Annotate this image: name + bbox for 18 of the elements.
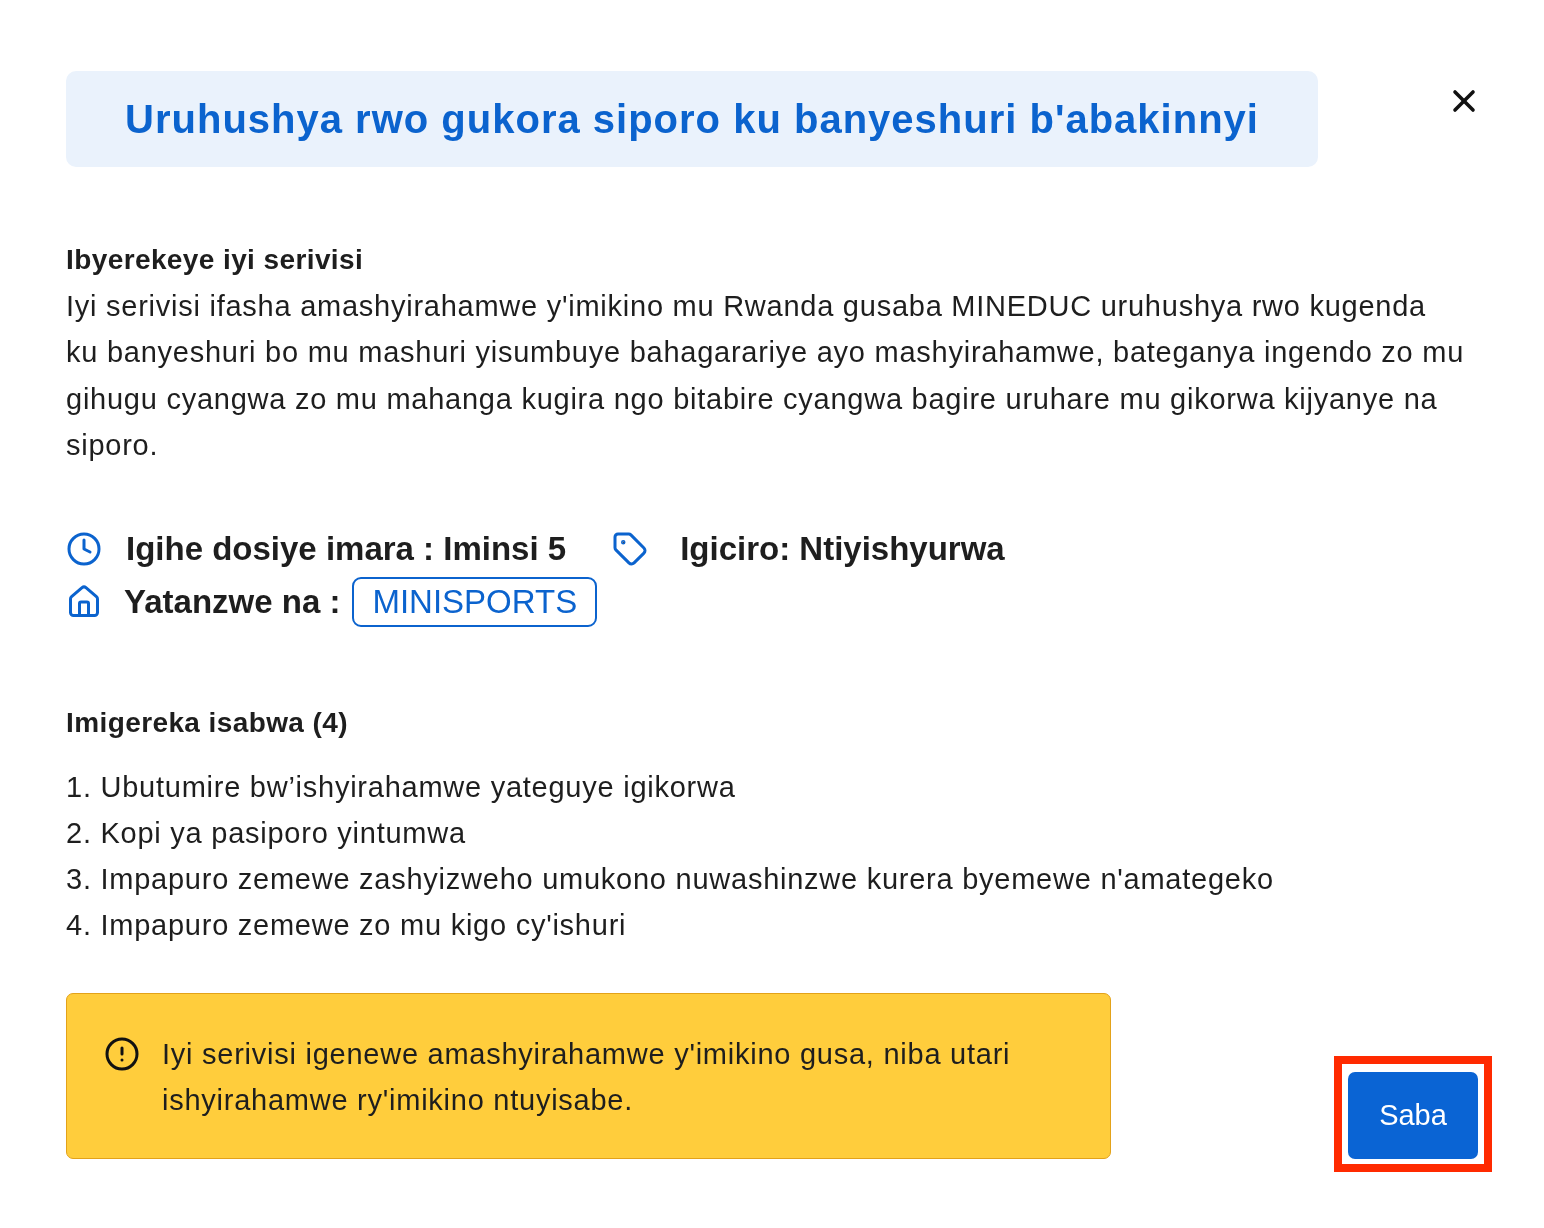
- requirement-item: 4. Impapuro zemewe zo mu kigo cy'ishuri: [66, 907, 628, 943]
- requirement-item: 1. Ubutumire bw’ishyirahamwe yateguye igikorwa: [66, 769, 737, 805]
- tag-icon: [612, 530, 649, 567]
- duration-text: Igihe dosiye imara : Iminsi 5: [126, 529, 567, 568]
- clock-icon: [66, 530, 102, 567]
- notice-text: Iyi serivisi igenewe amashyirahamwe y'imikino gusa, niba utari ishyirahamwe ry'imikino ntuyisabe.: [162, 1036, 1012, 1118]
- dialog-title: Uruhushya rwo gukora siporo ku banyeshuri b'abakinnyi: [125, 96, 1259, 142]
- requirement-item: 3. Impapuro zemewe zashyizweho umukono nuwashinzwe kurera byemewe n'amategeko: [66, 861, 1275, 897]
- requirement-item: 2. Kopi ya pasiporo yintumwa: [66, 815, 467, 851]
- price-text: Igiciro: Ntiyishyurwa: [680, 529, 1005, 568]
- alert-icon: [104, 1035, 140, 1072]
- submit-button[interactable]: Saba: [1348, 1071, 1478, 1159]
- provider-tag: MINISPORTS: [352, 576, 598, 627]
- provider-label: Yatanzwe na :: [124, 582, 341, 621]
- service-description: Iyi serivisi ifasha amashyirahamwe y'imikino mu Rwanda gusaba MINEDUC uruhushya rwo kugenda ku banyeshuri bo mu mashuri yisumbuye bahagarariye ayo mashyirahamwe, bateganya ingendo zo mu gihugu cyangwa zo mu mahanga kugira ngo bitabire cyangwa bagire uruhare mu gikorwa kijyanye na siporo.: [66, 289, 1466, 464]
- home-icon: [66, 583, 102, 620]
- section-heading: Ibyerekeye iyi serivisi: [66, 243, 365, 277]
- section-heading: Imigereka isabwa (4): [66, 705, 349, 740]
